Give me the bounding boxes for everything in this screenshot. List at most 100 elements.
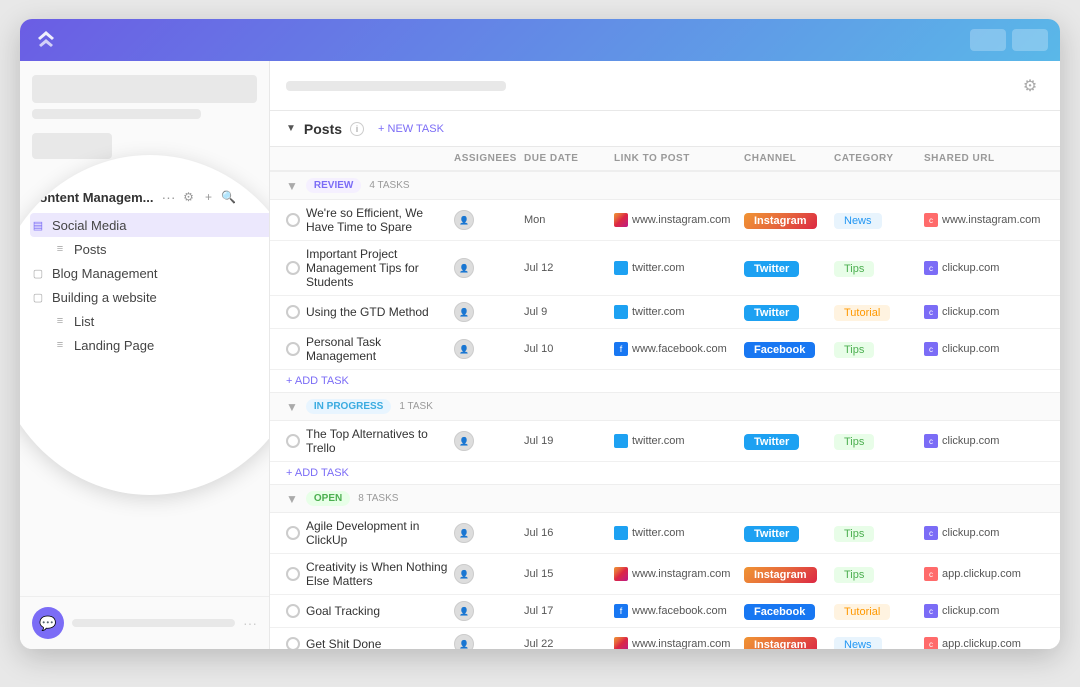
sidebar-search-icon[interactable]: 🔍 (222, 190, 236, 204)
link-to-post-cell: www.instagram.com (614, 637, 744, 649)
task-name: We're so Efficient, We Have Time to Spar… (286, 206, 454, 234)
sidebar-project-dots[interactable]: ··· (162, 189, 176, 205)
table-body: ▼ REVIEW 4 TASKS We're so Efficient, We … (270, 171, 1060, 649)
sidebar-avatar-button[interactable] (32, 133, 112, 159)
assignee-cell: 👤 (454, 564, 524, 584)
table-row[interactable]: We're so Efficient, We Have Time to Spar… (270, 200, 1060, 241)
col-assignees: ASSIGNEES (454, 153, 524, 164)
sidebar-item-social-media-label: Social Media (52, 218, 270, 233)
table-row[interactable]: Important Project Management Tips for St… (270, 241, 1060, 296)
assignee-cell: 👤 (454, 601, 524, 621)
table-row[interactable]: The Top Alternatives to Trello 👤 Jul 19 … (270, 421, 1060, 462)
shared-icon-alt: c (924, 567, 938, 581)
sidebar-add-icon[interactable]: + (202, 190, 216, 204)
app-container: Content Managem... ··· ⚙ + 🔍 ▤ Social Me… (20, 19, 1060, 649)
link-to-post-cell: twitter.com (614, 305, 744, 319)
group-collapse-icon[interactable]: ▼ (286, 179, 298, 193)
category-cell: Tutorial (834, 305, 924, 319)
channel-cell: Facebook (744, 604, 834, 618)
group-collapse-icon[interactable]: ▼ (286, 492, 298, 506)
col-link-to-post: LINK TO POST (614, 153, 744, 164)
link-to-post-cell: www.instagram.com (614, 213, 744, 227)
assignee-avatar: 👤 (454, 523, 474, 543)
link-platform-icon (614, 305, 628, 319)
sidebar-item-blog[interactable]: ▢ Blog Management (30, 261, 270, 285)
shared-url-cell: c app.clickup.com (924, 567, 1044, 581)
table-container[interactable]: ASSIGNEES DUE DATE LINK TO POST CHANNEL … (270, 147, 1060, 649)
sidebar-item-list[interactable]: ≡ List (30, 309, 270, 333)
link-platform-icon (614, 637, 628, 649)
task-status-dot (286, 526, 300, 540)
assignee-avatar: 👤 (454, 431, 474, 451)
maximize-button[interactable] (1012, 29, 1048, 51)
minimize-button[interactable] (970, 29, 1006, 51)
category-cell: News (834, 637, 924, 649)
task-name: Get Shit Done (286, 637, 454, 649)
group-collapse-icon[interactable]: ▼ (286, 400, 298, 414)
sidebar-item-list-label: List (74, 314, 270, 329)
category-cell: Tips (834, 261, 924, 275)
sidebar-bottom: 💬 ··· (20, 596, 269, 649)
table-row[interactable]: Get Shit Done 👤 Jul 22 www.instagram.com… (270, 628, 1060, 649)
task-status-dot (286, 342, 300, 356)
channel-cell: Twitter (744, 526, 834, 540)
channel-cell: Instagram (744, 213, 834, 227)
task-name: Using the GTD Method (286, 305, 454, 319)
link-to-post-cell: twitter.com (614, 261, 744, 275)
sidebar-bottom-dots[interactable]: ··· (243, 615, 257, 631)
sidebar-item-social-media[interactable]: ▤ Social Media ··· (30, 213, 270, 237)
category-cell: Tips (834, 526, 924, 540)
section-info-icon[interactable]: i (350, 122, 364, 136)
shared-icon-main: c (924, 526, 938, 540)
table-row[interactable]: Goal Tracking 👤 Jul 17 f www.facebook.co… (270, 595, 1060, 628)
task-status-dot (286, 567, 300, 581)
link-to-post-cell: f www.facebook.com (614, 342, 744, 356)
group-status-badge: IN PROGRESS (306, 399, 391, 414)
sidebar-item-posts[interactable]: ≡ Posts 13 (30, 237, 270, 261)
add-task-row[interactable]: + ADD TASK (270, 370, 1060, 392)
settings-icon[interactable]: ⚙ (1016, 72, 1044, 100)
category-badge: Tutorial (834, 305, 890, 321)
assignee-avatar: 👤 (454, 210, 474, 230)
channel-badge: Instagram (744, 213, 817, 229)
new-task-button[interactable]: + NEW TASK (372, 121, 450, 137)
app-logo (32, 26, 60, 54)
list-icon-3: ≡ (52, 337, 68, 353)
category-cell: Tips (834, 434, 924, 448)
table-row[interactable]: Agile Development in ClickUp 👤 Jul 16 tw… (270, 513, 1060, 554)
section-collapse-arrow[interactable]: ▼ (286, 123, 296, 134)
task-name: Goal Tracking (286, 604, 454, 618)
table-row[interactable]: Using the GTD Method 👤 Jul 9 twitter.com… (270, 296, 1060, 329)
chat-bubble[interactable]: 💬 (32, 607, 64, 639)
task-status-dot (286, 434, 300, 448)
sidebar-item-posts-label: Posts (74, 242, 270, 257)
sidebar-item-website[interactable]: ▢ Building a website ··· (30, 285, 270, 309)
assignee-avatar: 👤 (454, 564, 474, 584)
due-date-cell: Jul 12 (524, 262, 614, 274)
sidebar-item-landing[interactable]: ≡ Landing Page (30, 333, 270, 357)
table-row[interactable]: Creativity is When Nothing Else Matters … (270, 554, 1060, 595)
group-header: ▼ IN PROGRESS 1 TASK (270, 392, 1060, 421)
shared-url-cell: c clickup.com (924, 434, 1044, 448)
assignee-avatar: 👤 (454, 634, 474, 649)
sidebar-bottom-bar (72, 619, 235, 627)
channel-cell: Instagram (744, 567, 834, 581)
sidebar-settings-icon[interactable]: ⚙ (182, 190, 196, 204)
link-platform-icon (614, 526, 628, 540)
table-row[interactable]: Personal Task Management 👤 Jul 10 f www.… (270, 329, 1060, 370)
sidebar-search-bar2 (32, 109, 201, 119)
main-area: Content Managem... ··· ⚙ + 🔍 ▤ Social Me… (20, 61, 1060, 649)
col-category: CATEGORY (834, 153, 924, 164)
task-status-dot (286, 213, 300, 227)
sidebar-item-blog-label: Blog Management (52, 266, 270, 281)
sidebar-item-website-label: Building a website (52, 290, 270, 305)
main-header: ⚙ (270, 61, 1060, 111)
list-icon-2: ≡ (52, 313, 68, 329)
shared-icon-main: c (924, 305, 938, 319)
category-badge: Tutorial (834, 604, 890, 620)
category-badge: Tips (834, 567, 874, 583)
link-to-post-cell: www.instagram.com (614, 567, 744, 581)
add-task-row[interactable]: + ADD TASK (270, 462, 1060, 484)
title-bar (20, 19, 1060, 61)
shared-icon-main: c (924, 342, 938, 356)
